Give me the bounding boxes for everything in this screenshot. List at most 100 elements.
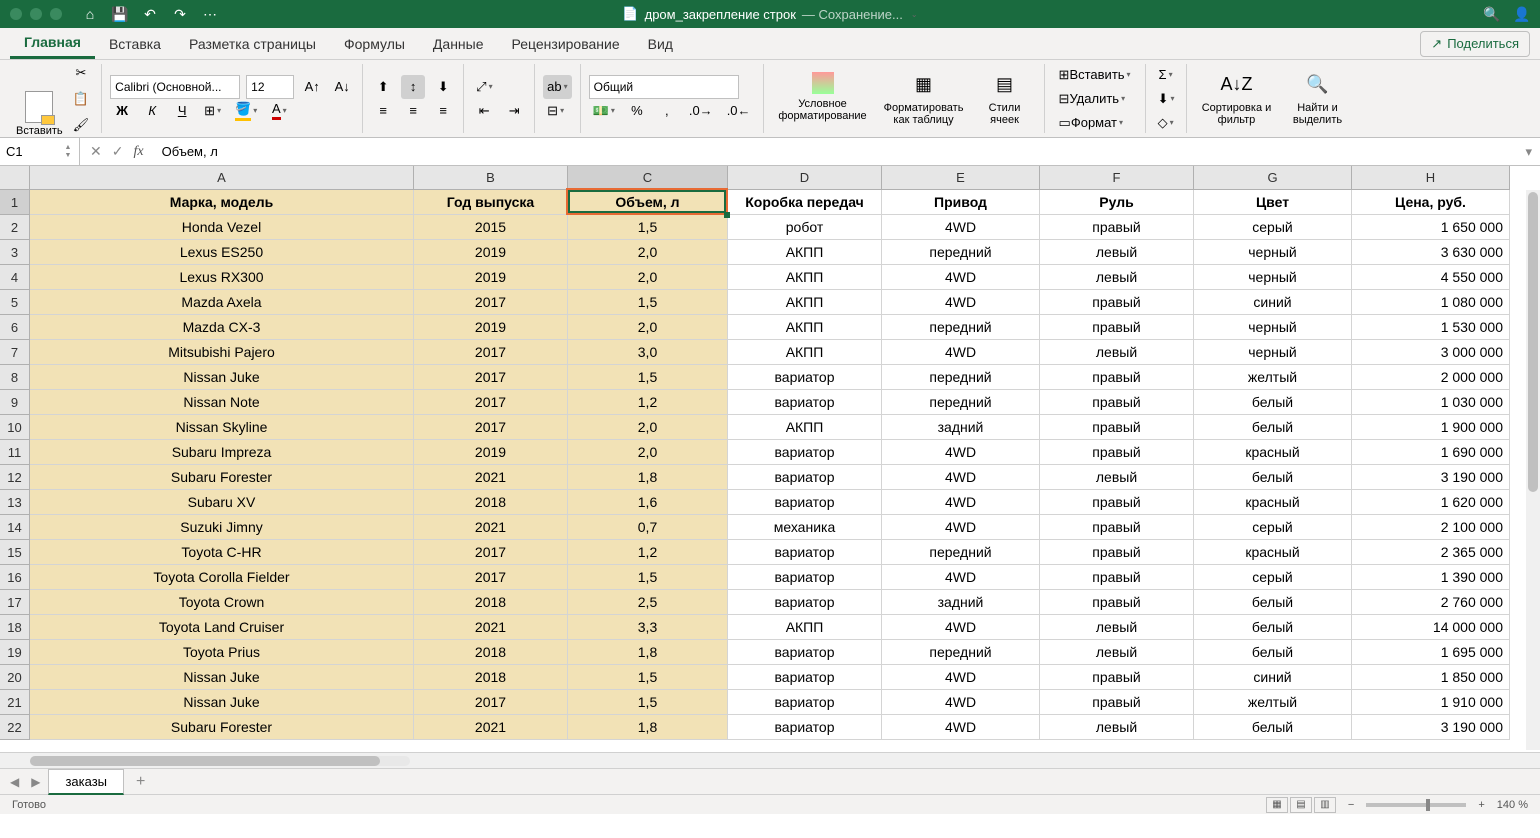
cell[interactable]: белый bbox=[1194, 615, 1352, 640]
cell[interactable]: желтый bbox=[1194, 690, 1352, 715]
paste-button[interactable]: Вставить bbox=[16, 91, 63, 137]
row-header-11[interactable]: 11 bbox=[0, 440, 30, 465]
cell[interactable]: желтый bbox=[1194, 365, 1352, 390]
expand-formula-bar-icon[interactable]: ▾ bbox=[1517, 144, 1540, 160]
cell[interactable]: 0,7 bbox=[568, 515, 728, 540]
cell[interactable]: АКПП bbox=[728, 240, 882, 265]
cell[interactable]: красный bbox=[1194, 540, 1352, 565]
border-button[interactable]: ⊞▾ bbox=[200, 99, 225, 123]
cell[interactable]: вариатор bbox=[728, 365, 882, 390]
cell[interactable]: 4WD bbox=[882, 715, 1040, 740]
column-header-B[interactable]: B bbox=[414, 166, 568, 190]
cell[interactable]: 1,5 bbox=[568, 565, 728, 590]
cell[interactable]: 2015 bbox=[414, 215, 568, 240]
minimize-window-button[interactable] bbox=[30, 8, 42, 20]
decrease-font-button[interactable]: A↓ bbox=[330, 75, 354, 99]
row-header-10[interactable]: 10 bbox=[0, 415, 30, 440]
cell[interactable]: АКПП bbox=[728, 265, 882, 290]
row-header-22[interactable]: 22 bbox=[0, 715, 30, 740]
cell[interactable]: 2021 bbox=[414, 715, 568, 740]
cell[interactable]: 1 690 000 bbox=[1352, 440, 1510, 465]
row-header-14[interactable]: 14 bbox=[0, 515, 30, 540]
cell[interactable]: 2021 bbox=[414, 465, 568, 490]
cell[interactable]: Subaru Forester bbox=[30, 715, 414, 740]
cell[interactable]: 2017 bbox=[414, 340, 568, 365]
cell[interactable]: 3 000 000 bbox=[1352, 340, 1510, 365]
cell[interactable]: синий bbox=[1194, 665, 1352, 690]
column-header-G[interactable]: G bbox=[1194, 166, 1352, 190]
cell[interactable]: 1,2 bbox=[568, 540, 728, 565]
cell[interactable]: 4WD bbox=[882, 290, 1040, 315]
cell[interactable]: 4WD bbox=[882, 515, 1040, 540]
decrease-indent-button[interactable]: ⇤ bbox=[472, 99, 496, 123]
cell[interactable]: белый bbox=[1194, 465, 1352, 490]
cancel-formula-button[interactable]: ✕ bbox=[90, 143, 102, 160]
cell[interactable]: серый bbox=[1194, 565, 1352, 590]
accept-formula-button[interactable]: ✓ bbox=[112, 143, 124, 160]
row-header-18[interactable]: 18 bbox=[0, 615, 30, 640]
fx-icon[interactable]: fx bbox=[133, 144, 143, 160]
cell[interactable]: 4WD bbox=[882, 690, 1040, 715]
cell[interactable]: 1,8 bbox=[568, 715, 728, 740]
align-right-button[interactable]: ≡ bbox=[431, 99, 455, 123]
column-header-F[interactable]: F bbox=[1040, 166, 1194, 190]
column-header-E[interactable]: E bbox=[882, 166, 1040, 190]
cell[interactable]: левый bbox=[1040, 340, 1194, 365]
cell[interactable]: 4WD bbox=[882, 440, 1040, 465]
cell[interactable]: вариатор bbox=[728, 490, 882, 515]
cell[interactable]: белый bbox=[1194, 640, 1352, 665]
share-button[interactable]: ↗ Поделиться bbox=[1420, 31, 1530, 57]
cell[interactable]: Toyota Corolla Fielder bbox=[30, 565, 414, 590]
cell[interactable]: 2017 bbox=[414, 565, 568, 590]
wrap-text-button[interactable]: ab▾ bbox=[543, 75, 571, 99]
cell[interactable]: 2021 bbox=[414, 615, 568, 640]
cell[interactable]: 4WD bbox=[882, 565, 1040, 590]
cell[interactable]: робот bbox=[728, 215, 882, 240]
sort-filter-button[interactable]: A↓Z Сортировка и фильтр bbox=[1195, 68, 1277, 130]
cell-header[interactable]: Марка, модель bbox=[30, 190, 414, 215]
comma-button[interactable]: , bbox=[655, 99, 679, 123]
cell[interactable]: передний bbox=[882, 240, 1040, 265]
cell[interactable]: передний bbox=[882, 540, 1040, 565]
align-bottom-button[interactable]: ⬇ bbox=[431, 75, 455, 99]
align-top-button[interactable]: ⬆ bbox=[371, 75, 395, 99]
cell[interactable]: 1,6 bbox=[568, 490, 728, 515]
column-header-H[interactable]: H bbox=[1352, 166, 1510, 190]
cell-header[interactable]: Коробка передач bbox=[728, 190, 882, 215]
cell[interactable]: правый bbox=[1040, 215, 1194, 240]
row-header-17[interactable]: 17 bbox=[0, 590, 30, 615]
decrease-decimal-button[interactable]: .0← bbox=[723, 99, 755, 123]
cell[interactable]: 2019 bbox=[414, 240, 568, 265]
cell[interactable]: вариатор bbox=[728, 465, 882, 490]
cell[interactable]: вариатор bbox=[728, 440, 882, 465]
delete-cells-button[interactable]: ⊟ Удалить▾ bbox=[1053, 87, 1132, 111]
cell[interactable]: 2,0 bbox=[568, 315, 728, 340]
cell[interactable]: АКПП bbox=[728, 415, 882, 440]
name-box[interactable]: C1 ▲ ▼ bbox=[0, 138, 80, 165]
cell[interactable]: 3,0 bbox=[568, 340, 728, 365]
cell[interactable]: серый bbox=[1194, 515, 1352, 540]
cell[interactable]: 1 910 000 bbox=[1352, 690, 1510, 715]
cell[interactable]: вариатор bbox=[728, 715, 882, 740]
page-layout-view-button[interactable]: ▤ bbox=[1290, 797, 1312, 813]
cell[interactable]: 2,0 bbox=[568, 415, 728, 440]
cell[interactable]: 4WD bbox=[882, 215, 1040, 240]
cell[interactable]: синий bbox=[1194, 290, 1352, 315]
font-size-select[interactable] bbox=[246, 75, 294, 99]
cell[interactable]: правый bbox=[1040, 540, 1194, 565]
cell[interactable]: 4WD bbox=[882, 465, 1040, 490]
cell[interactable]: правый bbox=[1040, 390, 1194, 415]
cell[interactable]: 4WD bbox=[882, 265, 1040, 290]
cell[interactable]: 1 390 000 bbox=[1352, 565, 1510, 590]
tab-home[interactable]: Главная bbox=[10, 28, 95, 59]
row-header-7[interactable]: 7 bbox=[0, 340, 30, 365]
cell[interactable]: 2,0 bbox=[568, 265, 728, 290]
cell-header[interactable]: Год выпуска bbox=[414, 190, 568, 215]
normal-view-button[interactable]: ▦ bbox=[1266, 797, 1288, 813]
tab-review[interactable]: Рецензирование bbox=[498, 28, 634, 59]
cell[interactable]: вариатор bbox=[728, 590, 882, 615]
tab-layout[interactable]: Разметка страницы bbox=[175, 28, 330, 59]
cell[interactable]: красный bbox=[1194, 440, 1352, 465]
column-header-A[interactable]: A bbox=[30, 166, 414, 190]
close-window-button[interactable] bbox=[10, 8, 22, 20]
